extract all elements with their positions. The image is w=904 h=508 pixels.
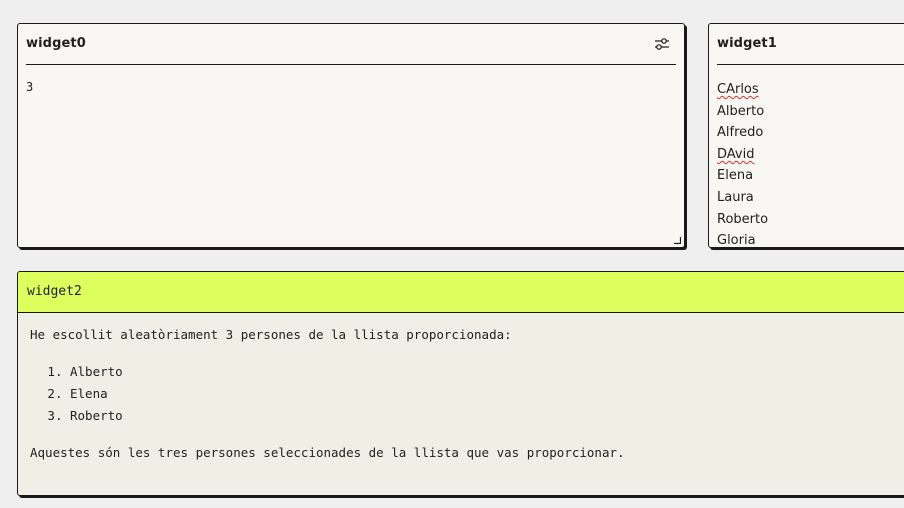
widget0-card[interactable]: widget0 3 xyxy=(17,23,685,248)
list-item: Roberto xyxy=(717,209,768,231)
name-text: Laura xyxy=(717,189,754,205)
list-item: Roberto xyxy=(70,405,625,427)
widget1-card[interactable]: widget1 CArlos Alberto Alfredo DAvid Ele… xyxy=(708,23,904,248)
sliders-icon[interactable] xyxy=(654,37,670,51)
name-text: Alberto xyxy=(717,103,765,119)
name-text: DAvid xyxy=(717,146,755,162)
resize-handle-icon[interactable] xyxy=(674,237,681,244)
list-item: CArlos xyxy=(717,79,768,101)
widget2-output: He escollit aleatòriament 3 persones de … xyxy=(30,326,625,462)
output-intro: He escollit aleatòriament 3 persones de … xyxy=(30,327,512,342)
list-item: Elena xyxy=(70,383,625,405)
widget2-title: widget2 xyxy=(27,284,82,299)
widget2-header: widget2 xyxy=(18,272,904,313)
name-text: Roberto xyxy=(717,211,769,227)
list-item: Alfredo xyxy=(717,122,768,144)
names-list[interactable]: CArlos Alberto Alfredo DAvid Elena Laura… xyxy=(717,79,768,248)
widget0-title: widget0 xyxy=(26,36,86,51)
widget0-header: widget0 xyxy=(26,24,676,65)
list-item: Laura xyxy=(717,187,768,209)
list-item: Elena xyxy=(717,165,768,187)
list-item: Alberto xyxy=(70,361,625,383)
list-item: Alberto xyxy=(717,101,768,123)
name-text: CArlos xyxy=(717,82,759,97)
name-text: Gloria xyxy=(717,233,756,248)
widget1-title: widget1 xyxy=(717,36,777,51)
list-item: DAvid xyxy=(717,144,768,166)
output-outro: Aquestes són les tres persones seleccion… xyxy=(30,445,625,460)
widget2-card[interactable]: widget2 He escollit aleatòriament 3 pers… xyxy=(17,271,904,496)
widget0-value: 3 xyxy=(26,80,34,94)
widget1-header: widget1 xyxy=(717,24,904,65)
selected-list: Alberto Elena Roberto xyxy=(30,361,625,427)
name-text: Elena xyxy=(717,168,754,184)
list-item: Gloria xyxy=(717,230,768,248)
name-text: Alfredo xyxy=(717,125,764,141)
